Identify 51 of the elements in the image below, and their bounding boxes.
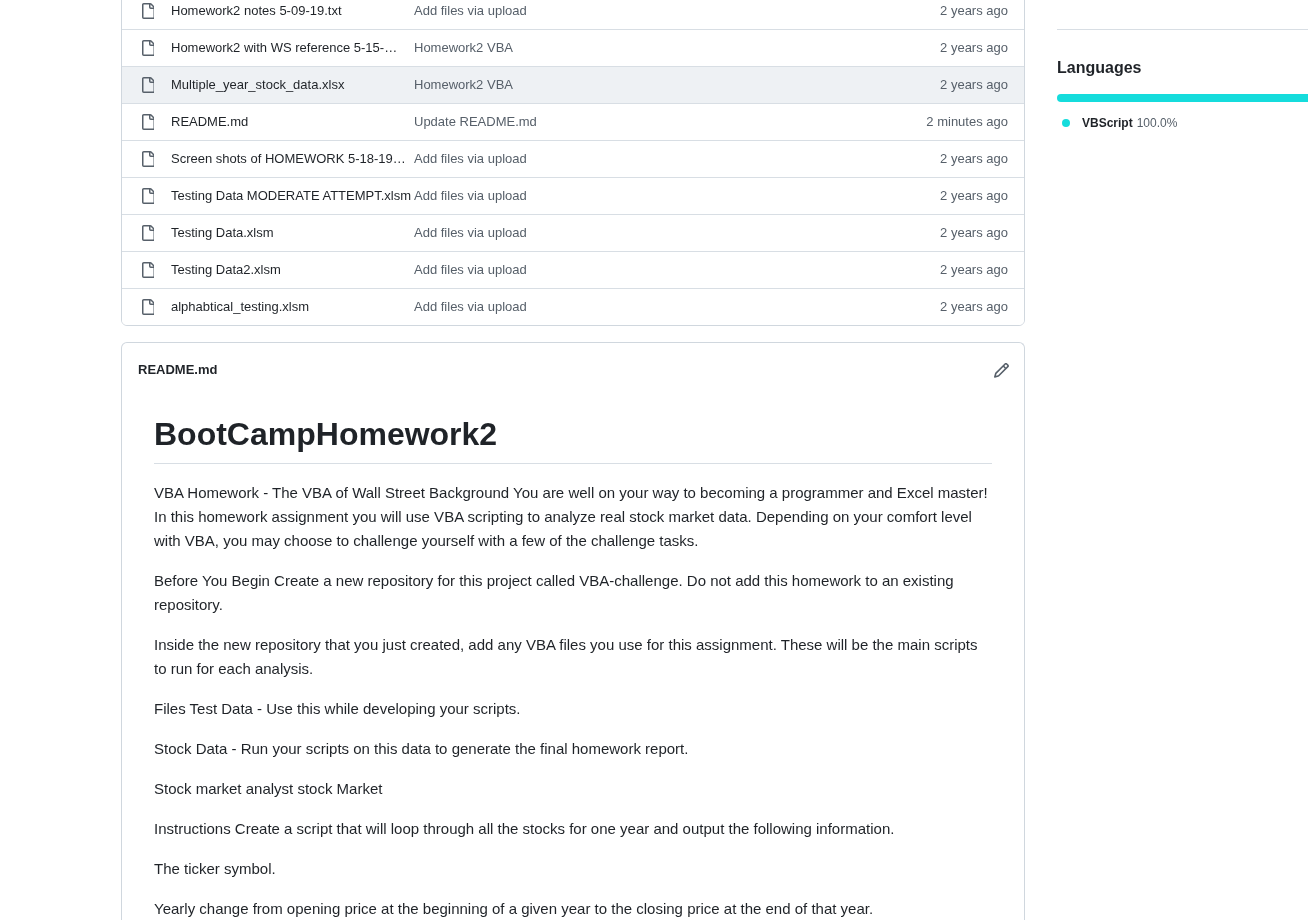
- languages-heading: Languages: [1057, 58, 1143, 78]
- file-link[interactable]: Testing Data.xlsm: [171, 225, 274, 241]
- commit-message-link[interactable]: Add files via upload: [414, 262, 527, 278]
- file-icon: [142, 40, 154, 56]
- readme-paragraph: Inside the new repository that you just created, add any VBA files you use for this assignment. These will be the main scripts to run for each analysis.: [154, 635, 979, 679]
- language-percent: 100.0%: [1136, 115, 1178, 132]
- readme-paragraph: Files Test Data - Use this while developing your scripts.: [154, 699, 522, 719]
- readme-filename: README.md: [138, 361, 218, 380]
- commit-message-link[interactable]: Update README.md: [414, 114, 537, 130]
- file-link[interactable]: Screen shots of HOMEWORK 5-18-19…: [171, 151, 406, 167]
- readme-paragraph: VBA Homework - The VBA of Wall Street Background You are well on your way to becoming a programmer and Excel master! In this homework assignment you will use VBA scripting to analyze real stock market data. Depending on your comfort level with VBA, you may choose to challenge yourself with a few of the challenge tasks.: [154, 483, 989, 551]
- file-link[interactable]: alphabtical_testing.xlsm: [171, 299, 310, 315]
- commit-message-link[interactable]: Add files via upload: [414, 188, 527, 204]
- commit-message-link[interactable]: Homework2 VBA: [414, 77, 513, 93]
- commit-message-link[interactable]: Add files via upload: [414, 2, 527, 18]
- readme-paragraph: The ticker symbol.: [154, 859, 277, 879]
- commit-time: 2 years ago: [940, 1, 1008, 20]
- file-icon: [142, 262, 154, 278]
- readme-paragraph: Stock market analyst stock Market: [154, 779, 384, 799]
- file-link[interactable]: Multiple_year_stock_data.xlsx: [171, 77, 345, 93]
- file-link[interactable]: README.md: [171, 114, 249, 130]
- commit-time: 2 minutes ago: [926, 113, 1008, 132]
- file-link[interactable]: Testing Data2.xlsm: [171, 262, 281, 278]
- commit-time: 2 years ago: [940, 187, 1008, 206]
- file-icon: [142, 2, 154, 19]
- file-icon: [142, 225, 154, 241]
- pencil-icon: [993, 362, 1009, 378]
- readme-paragraph: Yearly change from opening price at the beginning of a given year to the closing price at the end of that year.: [154, 899, 875, 919]
- commit-message-link[interactable]: Add files via upload: [414, 151, 527, 167]
- commit-time: 2 years ago: [940, 224, 1008, 243]
- file-icon: [142, 77, 154, 93]
- file-icon: [142, 299, 154, 315]
- file-link[interactable]: Homework2 notes 5-09-19.txt: [171, 2, 342, 18]
- readme-paragraph: Instructions Create a script that will loop through all the stocks for one year and output the following information.: [154, 819, 896, 839]
- file-icon: [142, 151, 154, 167]
- commit-time: 2 years ago: [940, 298, 1008, 317]
- commit-time: 2 years ago: [940, 150, 1008, 169]
- file-link[interactable]: Testing Data MODERATE ATTEMPT.xlsm: [171, 188, 412, 204]
- commit-message-link[interactable]: Homework2 VBA: [414, 40, 513, 56]
- file-icon: [142, 114, 154, 130]
- language-name: VBScript: [1082, 115, 1133, 132]
- file-link[interactable]: Homework2 with WS reference 5-15-…: [171, 40, 398, 56]
- readme-paragraph: Before You Begin Create a new repository for this project called VBA-challenge. Do not add this homework to an existing repository.: [154, 571, 955, 615]
- commit-message-link[interactable]: Add files via upload: [414, 225, 527, 241]
- commit-time: 2 years ago: [940, 76, 1008, 95]
- commit-time: 2 years ago: [940, 261, 1008, 280]
- file-icon: [142, 188, 154, 204]
- commit-message-link[interactable]: Add files via upload: [414, 299, 527, 315]
- readme-heading: BootCampHomework2: [154, 414, 992, 464]
- commit-time: 2 years ago: [940, 39, 1008, 58]
- readme-paragraph: Stock Data - Run your scripts on this data to generate the final homework report.: [154, 739, 690, 759]
